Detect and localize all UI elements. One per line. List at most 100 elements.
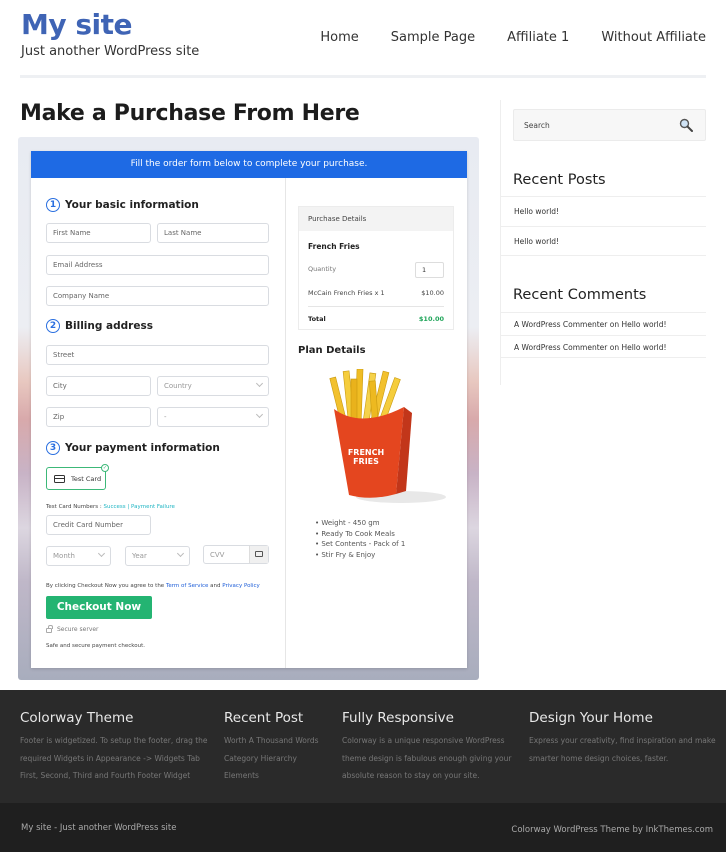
footer-site-credit[interactable]: My site - Just another WordPress site (21, 823, 176, 833)
section-basic-info: 1 Your basic information (46, 198, 199, 212)
cvv-card-icon (249, 546, 268, 563)
state-select[interactable]: - (157, 407, 269, 427)
purchase-details-header: Purchase Details (299, 207, 453, 231)
nav-affiliate-1[interactable]: Affiliate 1 (507, 30, 569, 45)
footer-text: First, Second, Third and Fourth Footer W… (20, 771, 191, 780)
terms-agreement: By clicking Checkout Now you agree to th… (46, 583, 260, 589)
credit-card-icon (54, 474, 65, 483)
footer-col-title: Recent Post (224, 710, 304, 726)
line-item-name: McCain French Fries x 1 (308, 289, 385, 297)
header-divider (20, 75, 706, 78)
recent-comment-link[interactable]: A WordPress Commenter on Hello world! (501, 312, 706, 335)
plan-feature: Weight - 450 gm (315, 518, 405, 529)
site-title[interactable]: My site (21, 8, 133, 41)
section-title: Your basic information (65, 199, 199, 211)
test-card-label: Test Card (71, 474, 102, 483)
chevron-down-icon (176, 549, 185, 558)
plan-features: Weight - 450 gm Ready To Cook Meals Set … (315, 518, 405, 560)
footer-text: required Widgets in Appearance -> Widget… (20, 753, 200, 763)
zip-input[interactable]: Zip (46, 407, 151, 427)
separator: | (127, 504, 130, 510)
footer: Colorway Theme Footer is widgetized. To … (0, 690, 726, 803)
checkout-form: Fill the order form below to complete yo… (31, 151, 467, 668)
privacy-policy-link[interactable]: Privacy Policy (222, 583, 259, 589)
cvv-placeholder: CVV (210, 551, 225, 559)
site-tagline: Just another WordPress site (21, 44, 200, 59)
product-name: French Fries (308, 242, 360, 251)
footer-text: Express your creativity, find inspiratio… (529, 736, 716, 745)
recent-post-link[interactable]: Hello world! (501, 196, 706, 226)
footer-text: Colorway is a unique responsive WordPres… (342, 736, 505, 745)
footer-text: absolute reason to stay on your site. (342, 771, 480, 780)
success-link[interactable]: Success (104, 504, 126, 510)
month-select[interactable]: Month (46, 546, 111, 566)
recent-posts-title: Recent Posts (513, 172, 606, 188)
footer-col-design-home: Design Your Home Express your creativity… (529, 710, 716, 767)
form-banner: Fill the order form below to complete yo… (31, 151, 467, 178)
section-title: Your payment information (65, 442, 220, 454)
chevron-down-icon (255, 410, 264, 419)
nav-sample-page[interactable]: Sample Page (391, 30, 475, 45)
country-select[interactable]: Country (157, 376, 269, 396)
footer-col-title: Design Your Home (529, 710, 653, 726)
secure-server: Secure server (46, 625, 99, 633)
nav-home[interactable]: Home (320, 30, 358, 45)
recent-comments-title: Recent Comments (513, 287, 647, 303)
purchase-details: Purchase Details French Fries Quantity 1… (298, 206, 454, 330)
page-title: Make a Purchase From Here (20, 101, 360, 126)
section-billing-address: 2 Billing address (46, 319, 153, 333)
svg-text:FRIES: FRIES (353, 457, 379, 466)
terms-of-service-link[interactable]: Term of Service (166, 583, 208, 589)
year-select-value: Year (132, 552, 147, 560)
agree-text: By clicking Checkout Now you agree to th… (46, 583, 165, 589)
state-select-value: - (164, 413, 167, 421)
section-payment-info: 3 Your payment information (46, 441, 220, 455)
check-icon: ✓ (101, 464, 109, 472)
street-input[interactable]: Street (46, 345, 269, 365)
plan-feature: Ready To Cook Meals (315, 529, 405, 540)
footer-text: theme design is fabulous enough giving y… (342, 753, 512, 763)
main-nav: Home Sample Page Affiliate 1 Without Aff… (320, 30, 706, 45)
company-input[interactable]: Company Name (46, 286, 269, 306)
footer-link[interactable]: Worth A Thousand Words (224, 732, 319, 750)
recent-post-link[interactable]: Hello world! (501, 226, 706, 256)
search-placeholder: Search (524, 121, 550, 130)
lock-icon (46, 625, 53, 633)
step-number: 2 (46, 319, 60, 333)
email-input[interactable]: Email Address (46, 255, 269, 275)
test-card-option[interactable]: Test Card ✓ (46, 464, 109, 490)
chevron-down-icon (97, 549, 106, 558)
quantity-input[interactable]: 1 (415, 262, 444, 278)
safe-checkout-note: Safe and secure payment checkout. (46, 643, 145, 649)
footer-bottom-bar: My site - Just another WordPress site Co… (0, 803, 726, 852)
footer-link[interactable]: Elements (224, 767, 319, 785)
footer-link[interactable]: Category Hierarchy (224, 750, 319, 768)
agree-and-text: and (210, 583, 221, 589)
last-name-input[interactable]: Last Name (157, 223, 269, 243)
cvv-input[interactable]: CVV (203, 545, 269, 564)
payment-failure-link[interactable]: Payment Failure (131, 504, 175, 510)
credit-card-number-input[interactable]: Credit Card Number (46, 515, 151, 535)
page: My site Just another WordPress site Home… (0, 0, 726, 852)
recent-comment-link[interactable]: A WordPress Commenter on Hello world! (501, 335, 706, 358)
french-fries-image: FRENCH FRIES (329, 369, 446, 503)
chevron-down-icon (255, 379, 264, 388)
step-number: 3 (46, 441, 60, 455)
first-name-input[interactable]: First Name (46, 223, 151, 243)
nav-without-affiliate[interactable]: Without Affiliate (601, 30, 706, 45)
footer-text: Footer is widgetized. To setup the foote… (20, 736, 208, 745)
footer-text: smarter home design choices, faster. (529, 753, 669, 763)
fries-box-label: FRENCH (348, 448, 384, 457)
test-card-numbers-label: Test Card Numbers : (46, 504, 102, 510)
plan-feature: Stir Fry & Enjoy (315, 550, 405, 561)
year-select[interactable]: Year (125, 546, 190, 566)
city-input[interactable]: City (46, 376, 151, 396)
footer-col-colorway: Colorway Theme Footer is widgetized. To … (20, 710, 208, 785)
search-input[interactable]: Search (513, 109, 706, 141)
checkout-now-button[interactable]: Checkout Now (46, 596, 152, 619)
plan-details-title: Plan Details (298, 345, 366, 356)
footer-col-title: Fully Responsive (342, 710, 454, 726)
footer-theme-credit[interactable]: Colorway WordPress Theme by InkThemes.co… (511, 825, 713, 835)
total-label: Total (308, 315, 326, 323)
search-icon[interactable] (679, 118, 693, 132)
